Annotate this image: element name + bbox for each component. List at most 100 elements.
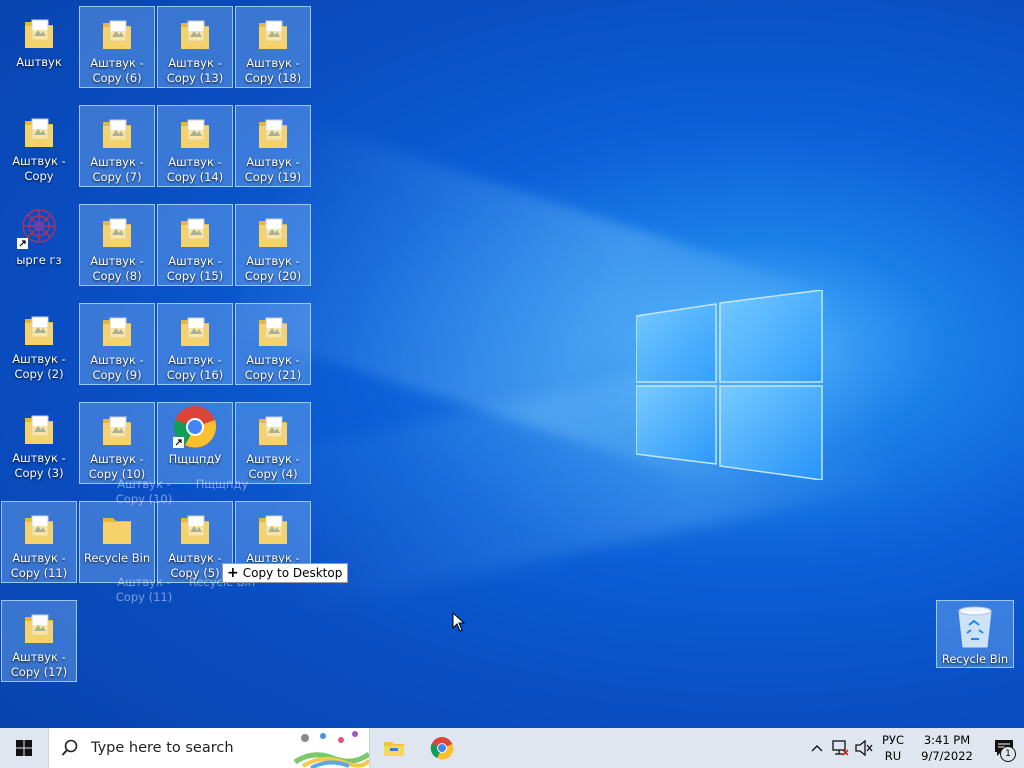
folder-icon — [179, 112, 211, 152]
folder-icon — [179, 211, 211, 251]
desktop-icon[interactable]: Аштвук - Copy (4) — [235, 402, 311, 484]
taskbar-search-box[interactable]: Type here to search — [48, 728, 370, 768]
start-button[interactable] — [0, 728, 48, 768]
desktop-icon[interactable]: ырге гз — [1, 204, 77, 286]
drag-copy-tooltip: + Copy to Desktop — [222, 563, 349, 583]
folder-icon — [101, 211, 133, 251]
desktop-icon[interactable]: Аштвук - Copy (11) — [1, 501, 77, 583]
recycle-bin-glyph-icon — [955, 605, 995, 649]
desktop-icon[interactable]: Аштвук - Copy (19) — [235, 105, 311, 187]
desktop-icon-label: Recycle Bin — [83, 551, 151, 565]
chrome-icon — [173, 406, 217, 449]
folder-icon — [101, 310, 133, 350]
volume-button[interactable] — [852, 728, 876, 768]
folder-icon — [257, 508, 289, 548]
desktop-icon[interactable]: Аштвук — [1, 6, 77, 88]
clock-time: 3:41 PM — [923, 733, 971, 747]
desktop-icon-label: Аштвук - Copy (8) — [90, 254, 144, 283]
desktop-icon[interactable]: Аштвук - Copy (7) — [79, 105, 155, 187]
desktop-icon[interactable]: Аштвук - Copy (14) — [157, 105, 233, 187]
show-hidden-icons-button[interactable] — [806, 728, 828, 768]
folder-icon — [101, 508, 133, 548]
desktop-icon-label: Аштвук - Copy (21) — [244, 353, 302, 382]
recycle-bin-label: Recycle Bin — [941, 652, 1009, 666]
desktop-icon[interactable]: Аштвук - Copy (16) — [157, 303, 233, 385]
desktop-icon[interactable]: Аштвук - Copy — [1, 105, 77, 187]
desktop-icon-label: Аштвук - Copy (9) — [90, 353, 144, 382]
folder-icon — [23, 607, 55, 647]
desktop-icon-label: Аштвук - Copy (16) — [166, 353, 224, 382]
lang-bottom-label: RU — [884, 749, 902, 763]
lang-top-label: РУС — [882, 733, 904, 747]
desktop-icon[interactable]: Аштвук - Copy (20) — [235, 204, 311, 286]
folder-icon — [179, 310, 211, 350]
desktop-icon[interactable]: Аштвук - Copy (2) — [1, 303, 77, 385]
drag-ghost-label: Аштвук - Copy (11) — [115, 575, 173, 604]
drag-ghost-label: Аштвук - Copy (10) — [115, 477, 173, 506]
folder-icon — [179, 508, 211, 548]
desktop-icon-label: Аштвук - Copy (13) — [166, 56, 224, 85]
windows-start-icon — [16, 740, 32, 756]
recycle-bin-icon[interactable]: Recycle Bin — [936, 600, 1014, 668]
desktop-icon[interactable]: Аштвук - Copy (21) — [235, 303, 311, 385]
folder-icon — [23, 508, 55, 548]
action-center-button[interactable]: 1 — [984, 728, 1024, 768]
search-icon — [61, 739, 78, 756]
system-tray: РУС RU 3:41 PM 9/7/2022 1 — [806, 728, 1024, 768]
folder-icon — [23, 309, 55, 349]
drag-ghost-label: Пщщпду — [195, 477, 249, 491]
desktop-icon-label: Аштвук - Copy (3) — [12, 451, 66, 480]
folder-icon — [23, 408, 55, 448]
folder-icon — [101, 409, 133, 449]
folder-icon — [257, 112, 289, 152]
desktop-icon[interactable]: Аштвук - Copy (15) — [157, 204, 233, 286]
folder-icon — [257, 409, 289, 449]
desktop-icon-label: Аштвук - Copy (17) — [10, 650, 68, 679]
desktop-icon-label: Аштвук - Copy (2) — [12, 352, 66, 381]
chevron-up-icon — [811, 745, 823, 752]
desktop-icon[interactable]: Аштвук - Copy (9) — [79, 303, 155, 385]
desktop-icon-label: Аштвук - Copy (14) — [166, 155, 224, 184]
desktop-icon-label: Аштвук - Copy (7) — [90, 155, 144, 184]
folder-icon — [179, 13, 211, 53]
folder-icon — [101, 13, 133, 53]
network-status-button[interactable] — [828, 728, 852, 768]
taskbar: Type here to search РУС RU 3:41 PM 9/7/2… — [0, 728, 1024, 768]
folder-icon — [257, 211, 289, 251]
desktop-icon[interactable]: Аштвук - Copy (3) — [1, 402, 77, 484]
desktop-icon[interactable]: ПщщпдУ — [157, 402, 233, 484]
windows-logo-wallpaper — [636, 290, 823, 480]
folder-icon — [257, 310, 289, 350]
desktop-icon-label: Аштвук — [16, 55, 62, 69]
desktop-icon[interactable]: Аштвук - Copy (17) — [1, 600, 77, 682]
app-shortcut-icon — [17, 209, 56, 250]
search-placeholder: Type here to search — [91, 740, 234, 756]
desktop-icon-label: Аштвук - Copy (15) — [166, 254, 224, 283]
desktop-icon[interactable]: Аштвук - Copy (10) — [79, 402, 155, 484]
desktop-icon[interactable]: Recycle Bin — [79, 501, 155, 583]
desktop-icon-label: Аштвук - Copy (6) — [90, 56, 144, 85]
folder-icon — [101, 112, 133, 152]
clock-date: 9/7/2022 — [921, 749, 973, 763]
taskbar-file-explorer[interactable] — [370, 728, 418, 768]
desktop-icon-label: ПщщпдУ — [168, 452, 222, 466]
mouse-cursor-icon — [452, 612, 466, 632]
notification-count-badge: 1 — [1000, 746, 1016, 762]
search-highlight-doodle-icon — [293, 731, 369, 768]
clock-button[interactable]: 3:41 PM 9/7/2022 — [910, 728, 984, 768]
desktop-icon[interactable]: Аштвук - Copy (18) — [235, 6, 311, 88]
desktop-icon-label: Аштвук - Copy (18) — [244, 56, 302, 85]
desktop-icon[interactable]: Аштвук - Copy (13) — [157, 6, 233, 88]
desktop-icon[interactable]: Аштвук - Copy (8) — [79, 204, 155, 286]
file-explorer-icon — [384, 742, 404, 756]
desktop-icon-label: Аштвук - Copy (19) — [244, 155, 302, 184]
folder-icon — [257, 13, 289, 53]
input-language-button[interactable]: РУС RU — [876, 728, 910, 768]
desktop-icon-label: ырге гз — [16, 253, 62, 267]
taskbar-chrome[interactable] — [418, 728, 466, 768]
folder-icon — [23, 12, 55, 52]
desktop-icon[interactable]: Аштвук - Copy (6) — [79, 6, 155, 88]
folder-icon — [23, 111, 55, 151]
desktop-icon-label: Аштвук - Copy (11) — [10, 551, 68, 580]
network-disconnected-icon — [832, 740, 849, 756]
